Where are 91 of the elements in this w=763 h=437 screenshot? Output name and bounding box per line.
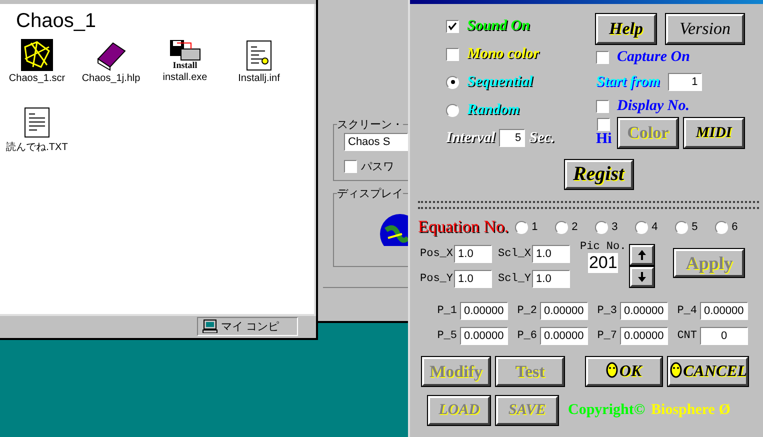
action-button[interactable]: OK [586, 357, 662, 386]
globe-icon [378, 212, 408, 246]
param-label: CNT [677, 330, 697, 342]
author-text: Biosphere Ø [651, 402, 730, 419]
hi-label: Hi [596, 131, 612, 148]
group-label: スクリーン・ [337, 117, 403, 132]
param-label: P_4 [677, 305, 697, 317]
value-field[interactable]: 1.0 [454, 270, 492, 288]
param-label: P_6 [517, 330, 537, 342]
radio-button[interactable] [714, 220, 728, 234]
down-arrow-icon [637, 271, 648, 283]
option-label: Random [467, 102, 520, 118]
file-label[interactable]: Installj.inf [238, 73, 280, 84]
file-label[interactable]: install.exe [162, 72, 208, 83]
param-field[interactable]: 0 [700, 327, 748, 345]
checkbox[interactable] [596, 50, 609, 64]
radio-label: 4 [652, 221, 658, 233]
radio-label: 2 [572, 221, 578, 233]
up-arrow-button[interactable] [630, 245, 654, 265]
text-file-icon[interactable] [23, 106, 51, 138]
option-label: Capture On [617, 48, 690, 66]
regist-button[interactable]: Regist [564, 160, 632, 189]
down-arrow-button[interactable] [630, 267, 654, 287]
up-arrow-icon [637, 249, 648, 261]
radio-button[interactable] [634, 220, 648, 234]
param-field[interactable]: 0.00000 [620, 327, 668, 345]
smiley-icon [670, 362, 682, 378]
option-label: Start from [596, 74, 660, 90]
checkbox[interactable] [446, 20, 459, 32]
radio-label: 1 [532, 221, 538, 233]
param-field[interactable]: 0.00000 [700, 302, 748, 320]
param-label: P_2 [517, 305, 537, 317]
radio-button[interactable] [674, 220, 688, 234]
icon-caption: Install [172, 61, 198, 70]
radio-label: 3 [612, 221, 618, 233]
start-field[interactable]: 1 [668, 73, 702, 91]
settings-file-icon[interactable] [245, 39, 273, 71]
computer-icon [202, 319, 218, 333]
param-label: P_3 [597, 305, 617, 317]
checkbox-label: パスワ [361, 160, 394, 174]
interval-field[interactable]: 5 [499, 129, 526, 147]
interval-label: Interval [446, 130, 496, 146]
value-field[interactable]: 1.0 [454, 245, 492, 263]
value-field[interactable]: 1.0 [532, 270, 570, 288]
pic-number: 201 [588, 253, 618, 273]
radio-button[interactable] [594, 220, 608, 234]
folder-title: Chaos_1 [16, 10, 98, 33]
group-label: ディスプレイ [337, 186, 403, 201]
file-label[interactable]: 読んでね.TXT [6, 140, 68, 154]
radio-label: 6 [732, 221, 738, 233]
option-label: Display No. [617, 98, 690, 114]
checkbox[interactable] [344, 160, 357, 173]
copyright-text: Copyright© [568, 402, 646, 419]
file-label[interactable]: Chaos_1.scr [8, 73, 66, 84]
smiley-icon [606, 362, 618, 378]
pic-label: Pic No. [580, 241, 626, 253]
radio-button[interactable] [554, 220, 568, 234]
floppy-install-icon[interactable] [169, 39, 201, 61]
option-label: Sequential [467, 74, 533, 90]
radio-button[interactable] [446, 76, 459, 88]
field-label: Scl_X [498, 248, 532, 260]
param-label: P_7 [597, 330, 617, 342]
checkbox[interactable] [597, 118, 610, 131]
checkbox[interactable] [446, 48, 459, 60]
option-label: Sound On [467, 18, 530, 34]
field-label: Pos_Y [420, 273, 454, 285]
param-field[interactable]: 0.00000 [460, 327, 508, 345]
param-field[interactable]: 0.00000 [540, 302, 588, 320]
field-label: Scl_Y [498, 273, 532, 285]
version-button[interactable]: Version [666, 14, 744, 44]
knot-icon[interactable] [21, 39, 53, 71]
radio-button[interactable] [514, 220, 528, 234]
status-text: マイ コンピ [220, 320, 279, 334]
action-button[interactable]: CANCEL [668, 357, 748, 386]
checkbox[interactable] [596, 100, 609, 112]
equation-label: Equation No. [418, 217, 509, 237]
field-label: Pos_X [420, 248, 454, 260]
midi-button[interactable]: MIDI [684, 118, 744, 148]
unit-label: Sec. [529, 130, 555, 146]
param-field[interactable]: 0.00000 [540, 327, 588, 345]
param-field[interactable]: 0.00000 [460, 302, 508, 320]
param-field[interactable]: 0.00000 [620, 302, 668, 320]
help-button[interactable]: Help [596, 14, 656, 44]
radio-button[interactable] [446, 104, 459, 116]
param-label: P_1 [437, 305, 457, 317]
screensaver-select[interactable]: Chaos S [344, 133, 408, 151]
file-label[interactable]: Chaos_1j.hlp [82, 73, 140, 84]
option-label: Mono color [467, 46, 540, 62]
radio-label: 5 [692, 221, 698, 233]
param-label: P_5 [437, 330, 457, 342]
value-field[interactable]: 1.0 [532, 245, 570, 263]
